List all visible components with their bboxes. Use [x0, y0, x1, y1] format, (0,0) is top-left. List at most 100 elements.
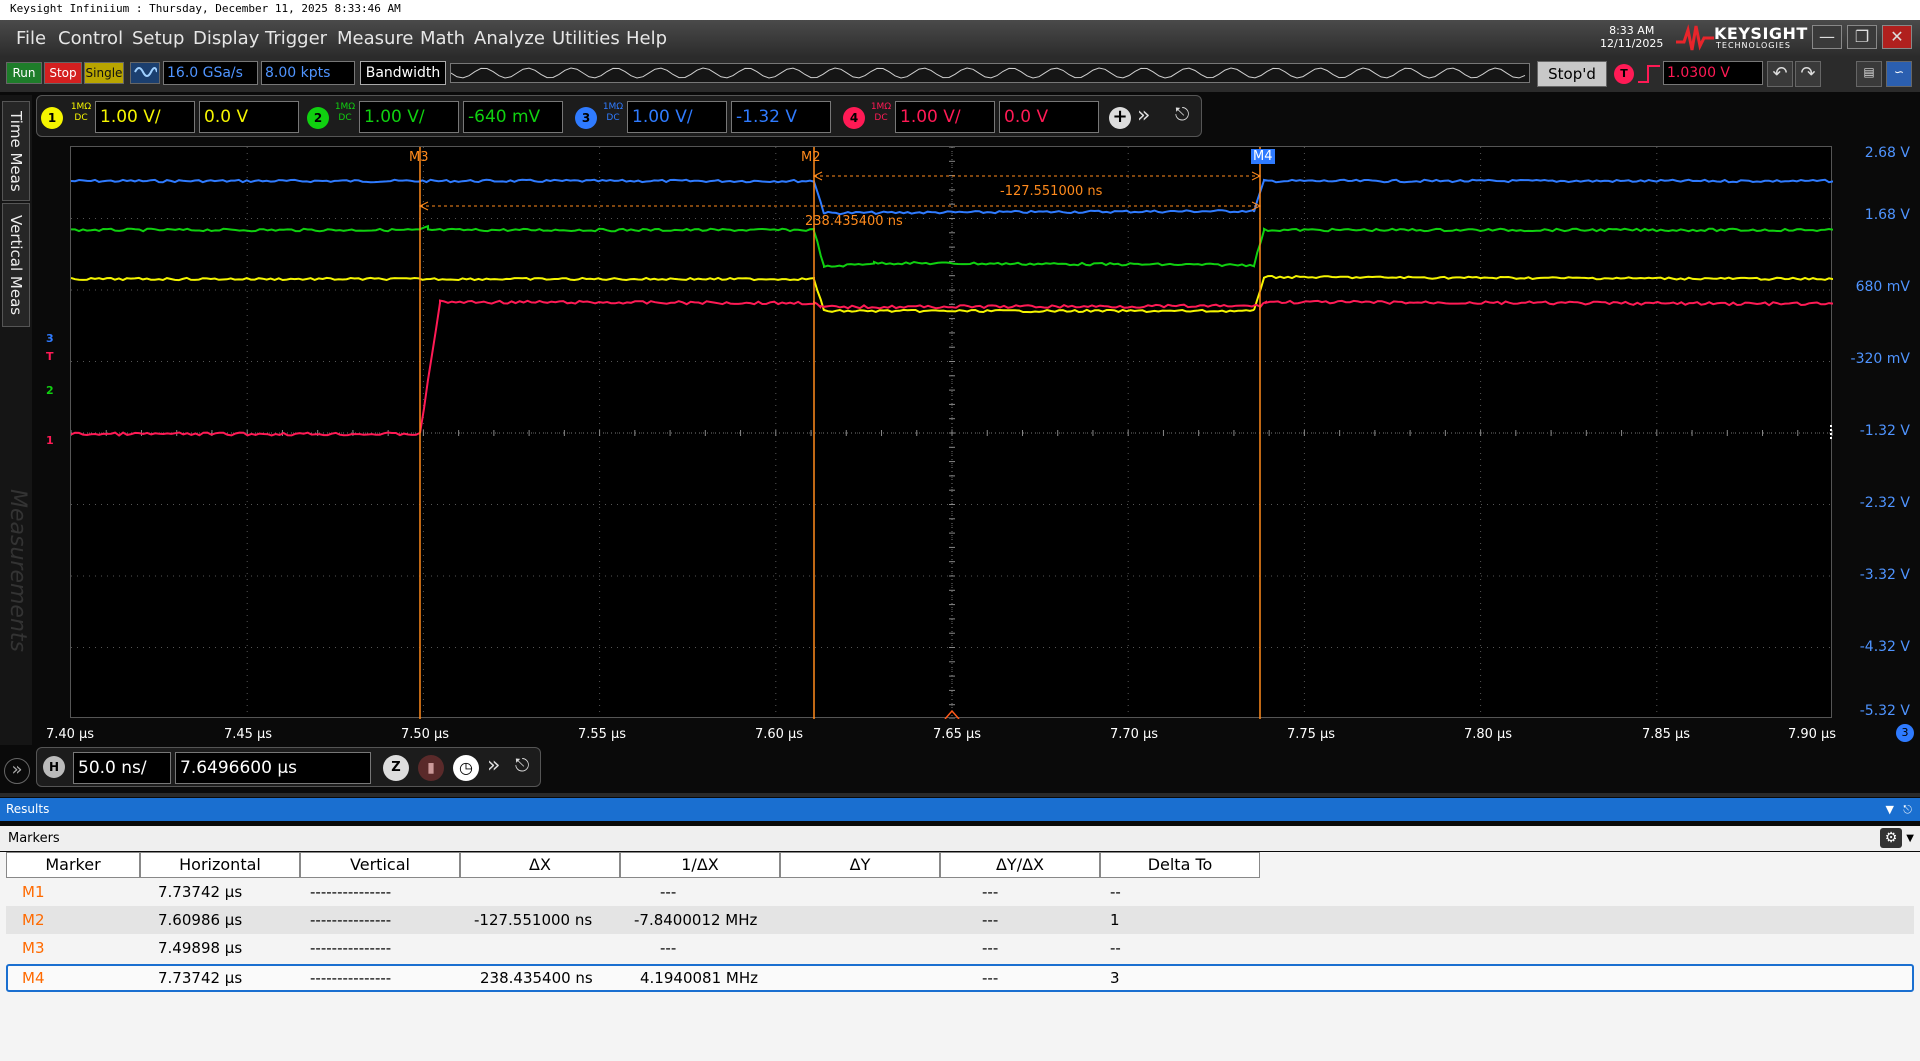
more-channels-button[interactable]: » — [1137, 103, 1150, 128]
waveform-overview[interactable] — [450, 63, 1530, 83]
table-row-selected[interactable]: M4 7.73742 µs --------------- 238.435400… — [6, 964, 1914, 992]
trigger-badge[interactable]: T — [1614, 64, 1634, 84]
channel-1-badge[interactable]: 1 — [41, 107, 63, 129]
marker-m3-label[interactable]: M3 — [409, 150, 429, 165]
column-header-marker[interactable]: Marker — [6, 852, 140, 878]
menu-display[interactable]: Display — [193, 28, 259, 49]
single-button[interactable]: Single — [84, 62, 124, 84]
menu-math[interactable]: Math — [420, 28, 465, 49]
sample-rate-display[interactable]: 16.0 GSa/s — [163, 61, 258, 85]
acquisition-mode-button[interactable] — [130, 62, 160, 84]
redo-button[interactable]: ↷ — [1795, 61, 1821, 87]
x-label: 7.55 µs — [577, 727, 627, 742]
x-label: 7.90 µs — [1787, 727, 1837, 742]
run-button[interactable]: Run — [6, 62, 42, 84]
column-header-vertical[interactable]: Vertical — [300, 852, 460, 878]
timebase-position[interactable]: 7.6496600 µs — [175, 752, 371, 784]
marker-m2-label[interactable]: M2 — [801, 150, 821, 165]
channel-4-coupling[interactable]: 1MΩ DC — [869, 102, 893, 124]
marker-m4-label[interactable]: M4 — [1251, 149, 1275, 164]
menu-analyze[interactable]: Analyze — [474, 28, 545, 49]
status-indicator: Stop'd — [1537, 61, 1607, 87]
channel-1-coupling[interactable]: 1MΩ DC — [69, 102, 93, 124]
channel-1-scale[interactable]: 1.00 V/ — [95, 101, 195, 133]
chevron-down-icon[interactable]: ▼ — [1906, 826, 1914, 851]
window-layout-button[interactable]: ▤ — [1856, 61, 1882, 87]
column-header-delta-to[interactable]: Delta To — [1100, 852, 1260, 878]
bandwidth-button[interactable]: Bandwidth — [360, 61, 446, 85]
timebase-scale[interactable]: 50.0 ns/ — [73, 752, 171, 784]
memory-depth-display[interactable]: 8.00 kpts — [261, 61, 355, 85]
add-channel-button[interactable]: + — [1109, 107, 1131, 129]
gear-icon[interactable]: ⚙ — [1880, 828, 1902, 848]
segmented-button[interactable]: ▮ — [418, 755, 444, 781]
channel-1-offset[interactable]: 0.0 V — [199, 101, 299, 133]
channel-2-trace — [71, 224, 1833, 269]
table-row[interactable]: M3 7.49898 µs --------------- --- --- -- — [6, 934, 1914, 962]
x-axis-channel-badge[interactable]: 3 — [1896, 724, 1914, 742]
expand-panel-button[interactable]: » — [4, 758, 30, 784]
x-label: 7.60 µs — [754, 727, 804, 742]
ground-marker-1[interactable]: 1 — [46, 434, 54, 447]
channel-3-scale[interactable]: 1.00 V/ — [627, 101, 727, 133]
column-header-inv-dx[interactable]: 1/ΔX — [620, 852, 780, 878]
menu-control[interactable]: Control — [58, 28, 123, 49]
column-header-horizontal[interactable]: Horizontal — [140, 852, 300, 878]
pin-button[interactable]: ⎋ — [1175, 104, 1189, 125]
system-clock: 8:33 AM 12/11/2025 — [1600, 24, 1663, 50]
more-timebase-button[interactable]: » — [487, 753, 500, 778]
trigger-level-display[interactable]: 1.0300 V — [1663, 61, 1763, 85]
column-header-dy[interactable]: ΔY — [780, 852, 940, 878]
tab-time-meas[interactable]: Time Meas — [2, 101, 30, 201]
restore-button[interactable]: ❐ — [1847, 25, 1877, 49]
cell-inv-dx: --- — [660, 939, 677, 957]
tab-measurements[interactable]: Measurements — [2, 470, 30, 670]
menu-setup[interactable]: Setup — [132, 28, 184, 49]
channel-2-badge[interactable]: 2 — [307, 107, 329, 129]
quick-action-button[interactable]: ∽ — [1886, 61, 1912, 87]
trigger-level-marker[interactable]: T — [46, 350, 54, 363]
minimize-button[interactable]: — — [1812, 25, 1842, 49]
stop-button[interactable]: Stop — [44, 62, 82, 84]
zoom-button[interactable]: Z — [383, 755, 409, 781]
channel-4-offset[interactable]: 0.0 V — [999, 101, 1099, 133]
close-icon: ✕ — [1890, 27, 1904, 46]
menu-trigger[interactable]: Trigger — [265, 28, 327, 49]
menu-file[interactable]: File — [16, 28, 46, 49]
y-label: 1.68 V — [1864, 207, 1910, 223]
pin-icon[interactable]: ⎋ — [1903, 798, 1912, 821]
channel-3-badge[interactable]: 3 — [575, 107, 597, 129]
tab-vertical-meas[interactable]: Vertical Meas — [2, 203, 30, 327]
collapse-icon[interactable]: ▼ — [1886, 798, 1894, 821]
horizontal-badge[interactable]: H — [43, 756, 65, 778]
column-header-dx[interactable]: ΔX — [460, 852, 620, 878]
channel-4-dc: DC — [874, 113, 888, 123]
undo-button[interactable]: ↶ — [1767, 61, 1793, 87]
column-header-dydx[interactable]: ΔY/ΔX — [940, 852, 1100, 878]
channel-4-scale[interactable]: 1.00 V/ — [895, 101, 995, 133]
cell-dx: -127.551000 ns — [474, 911, 593, 929]
table-row[interactable]: M1 7.73742 µs --------------- --- --- -- — [6, 878, 1914, 906]
waveform-display[interactable]: M3 M2 M4 -127.551000 ns 238.435400 ns — [70, 146, 1833, 719]
results-title: Results — [6, 802, 50, 816]
channel-3-coupling[interactable]: 1MΩ DC — [601, 102, 625, 124]
pin-icon: ⎋ — [1175, 104, 1190, 125]
menu-help[interactable]: Help — [626, 28, 667, 49]
brand-sub: TECHNOLOGIES — [1716, 41, 1791, 50]
ground-marker-3[interactable]: 3 — [46, 332, 54, 345]
menu-utilities[interactable]: Utilities — [552, 28, 620, 49]
panel-splitter[interactable] — [0, 793, 1920, 797]
pin-timebase-button[interactable]: ⎋ — [515, 755, 529, 776]
menu-measure[interactable]: Measure — [337, 28, 414, 49]
x-label: 7.65 µs — [932, 727, 982, 742]
ground-marker-2[interactable]: 2 — [46, 384, 54, 397]
channel-2-scale[interactable]: 1.00 V/ — [359, 101, 459, 133]
channel-2-coupling[interactable]: 1MΩ DC — [333, 102, 357, 124]
time-reference-button[interactable]: ◷ — [453, 755, 479, 781]
channel-2-offset[interactable]: -640 mV — [463, 101, 563, 133]
channel-4-badge[interactable]: 4 — [843, 107, 865, 129]
channel-3-offset[interactable]: -1.32 V — [731, 101, 831, 133]
markers-header: Markers ⚙ ▼ — [0, 826, 1920, 851]
table-row[interactable]: M2 7.60986 µs --------------- -127.55100… — [6, 906, 1914, 934]
close-button[interactable]: ✕ — [1882, 25, 1912, 49]
